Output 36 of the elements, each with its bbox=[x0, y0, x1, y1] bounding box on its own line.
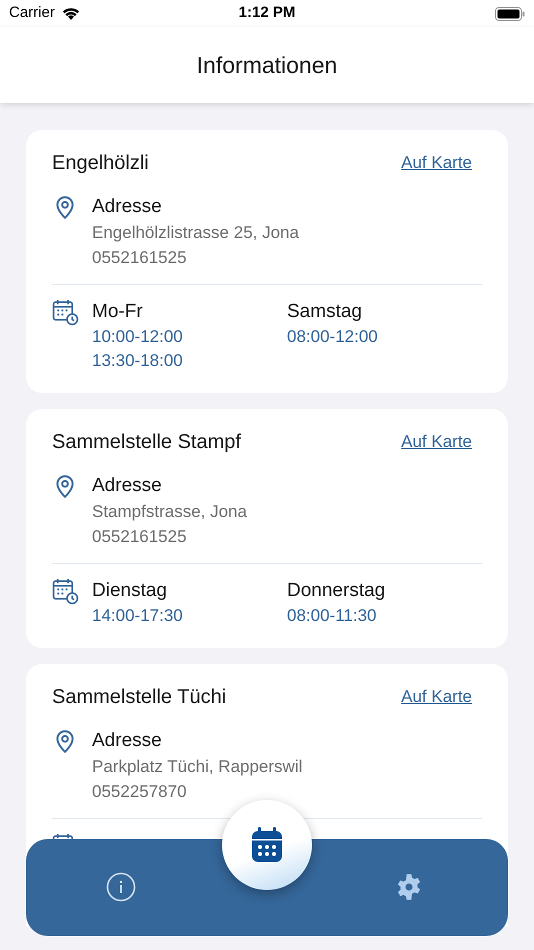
settings-tab[interactable] bbox=[395, 873, 423, 901]
calendar-clock-icon bbox=[52, 299, 79, 326]
opening-hours: 08:00-12:00 bbox=[287, 326, 379, 348]
info-tab[interactable] bbox=[106, 872, 136, 902]
calendar-icon bbox=[251, 827, 283, 863]
opening-hours: 08:00-11:30 bbox=[287, 605, 378, 627]
address-label: Adresse bbox=[92, 474, 163, 498]
phone-number: 0552257870 bbox=[92, 781, 188, 803]
calendar-clock-icon bbox=[52, 578, 79, 605]
address-label: Adresse bbox=[92, 729, 163, 753]
settings-icon bbox=[395, 873, 423, 901]
phone-number: 0552161525 bbox=[92, 247, 188, 269]
phone-number: 0552161525 bbox=[92, 526, 188, 548]
location-name: Engelhölzli bbox=[52, 151, 149, 176]
status-time: 1:12 PM bbox=[238, 3, 296, 24]
address-text: Stampfstrasse, Jona bbox=[92, 501, 247, 523]
address-text: Engelhölzlistrasse 25, Jona bbox=[92, 222, 299, 244]
map-link[interactable]: Auf Karte bbox=[401, 684, 472, 710]
map-link[interactable]: Auf Karte bbox=[401, 429, 472, 455]
location-name: Sammelstelle Stampf bbox=[52, 430, 241, 455]
day-label: Dienstag bbox=[92, 579, 168, 603]
opening-hours: 10:00-12:00 bbox=[92, 326, 184, 348]
map-link[interactable]: Auf Karte bbox=[401, 150, 472, 176]
address-text: Parkplatz Tüchi, Rapperswil bbox=[92, 756, 302, 778]
location-name: Sammelstelle Tüchi bbox=[52, 685, 226, 710]
day-label: Samstag bbox=[287, 300, 363, 324]
opening-hours: 13:30-18:00 bbox=[92, 350, 184, 372]
battery-icon bbox=[495, 6, 525, 20]
day-label: Donnerstag bbox=[287, 579, 386, 603]
info-icon bbox=[106, 872, 136, 902]
day-label: Mo-Fr bbox=[92, 300, 144, 324]
screen-title: Informationen bbox=[196, 50, 338, 80]
opening-hours: 14:00-17:30 bbox=[92, 605, 184, 627]
address-label: Adresse bbox=[92, 195, 163, 219]
wifi-icon bbox=[60, 6, 81, 21]
carrier-name: Carrier bbox=[9, 3, 55, 24]
